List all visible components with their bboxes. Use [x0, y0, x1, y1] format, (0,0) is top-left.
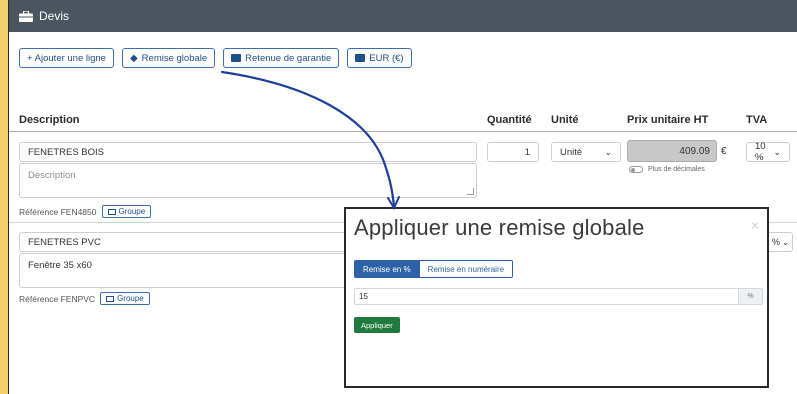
row2-vat-select[interactable]: % ⌄ [769, 232, 793, 252]
currency-button[interactable]: EUR (€) [347, 48, 412, 68]
row1-price-input[interactable]: 409.09 [627, 140, 717, 162]
chevron-down-icon: ⌄ [604, 146, 612, 157]
money-icon [355, 54, 366, 62]
row2-description-value: Fenêtre 35 x60 [28, 260, 92, 271]
row1-price-value: 409.09 [679, 145, 710, 157]
toggle-switch[interactable] [629, 166, 643, 173]
chevron-down-icon: ⌄ [782, 237, 789, 247]
col-unit: Unité [551, 114, 579, 126]
discount-type-toggle: Remise en % Remise en numéraire [354, 260, 514, 278]
row1-vat-value: 10 % [755, 141, 766, 163]
row1-group-label: Groupe [118, 207, 146, 216]
column-headers: Description Quantité Unité Prix unitaire… [9, 106, 797, 132]
add-line-button[interactable]: + Ajouter une ligne [19, 48, 114, 68]
row1-unit-select[interactable]: Unité ⌄ [551, 142, 621, 162]
row1-group-button[interactable]: Groupe [101, 205, 152, 218]
row1-decimals-label: Plus de décimales [648, 166, 705, 173]
retention-label: Retenue de garantie [245, 52, 332, 64]
global-discount-button[interactable]: ◆ Remise globale [121, 48, 216, 68]
currency-label: EUR (€) [369, 52, 404, 64]
apply-button[interactable]: Appliquer [354, 317, 400, 333]
global-discount-label: Remise globale [141, 52, 208, 64]
row2-group-button[interactable]: Groupe [100, 292, 150, 305]
row1-description-placeholder: Description [28, 170, 76, 181]
row1-vat-select[interactable]: 10 % ⌄ [746, 141, 790, 163]
percent-suffix: % [738, 289, 762, 304]
col-unit-price: Prix unitaire HT [627, 114, 709, 126]
window-title: Devis [39, 9, 70, 23]
group-icon [107, 208, 116, 215]
tab-cash-discount[interactable]: Remise en numéraire [419, 260, 514, 278]
briefcase-icon [19, 10, 33, 22]
tag-icon: ◆ [129, 52, 138, 64]
col-vat: TVA [746, 114, 768, 126]
add-line-label: + Ajouter une ligne [27, 52, 106, 64]
discount-value-input[interactable]: 15 % [354, 288, 763, 305]
row1-unit-value: Unité [560, 146, 583, 158]
row1-quantity-value: 1 [524, 146, 530, 158]
tab-percent-discount[interactable]: Remise en % [354, 260, 420, 278]
row1-quantity-input[interactable]: 1 [487, 142, 539, 162]
row1-title-value: FENETRES BOIS [28, 146, 105, 158]
resize-handle[interactable] [467, 188, 474, 195]
global-discount-modal: Appliquer une remise globale × Remise en… [344, 207, 769, 388]
row2-reference: Référence FENPVC Groupe [19, 292, 150, 305]
id-card-icon [231, 54, 242, 62]
col-quantity: Quantité [487, 114, 532, 126]
window-titlebar: Devis [9, 0, 797, 32]
retention-button[interactable]: Retenue de garantie [223, 48, 340, 68]
row1-decimals-toggle[interactable]: Plus de décimales [629, 166, 705, 173]
col-description: Description [19, 114, 80, 126]
chevron-down-icon: ⌄ [773, 146, 781, 157]
row1-title-input[interactable]: FENETRES BOIS [19, 142, 477, 162]
group-icon [106, 295, 115, 302]
row2-title-value: FENETRES PVC [28, 236, 101, 248]
modal-title: Appliquer une remise globale [354, 215, 645, 240]
discount-value: 15 [359, 292, 368, 301]
row2-vat-value: % [772, 237, 781, 247]
close-icon[interactable]: × [751, 217, 759, 233]
row1-reference: Référence FEN4850 Groupe [19, 205, 152, 218]
row2-group-label: Groupe [117, 294, 144, 303]
row1-currency-symbol: € [721, 146, 727, 157]
row1-reference-text: Référence FEN4850 [19, 206, 97, 217]
row1-description-textarea[interactable]: Description [19, 163, 477, 198]
row2-reference-text: Référence FENPVC [19, 293, 96, 304]
toolbar: + Ajouter une ligne ◆ Remise globale Ret… [19, 48, 412, 68]
